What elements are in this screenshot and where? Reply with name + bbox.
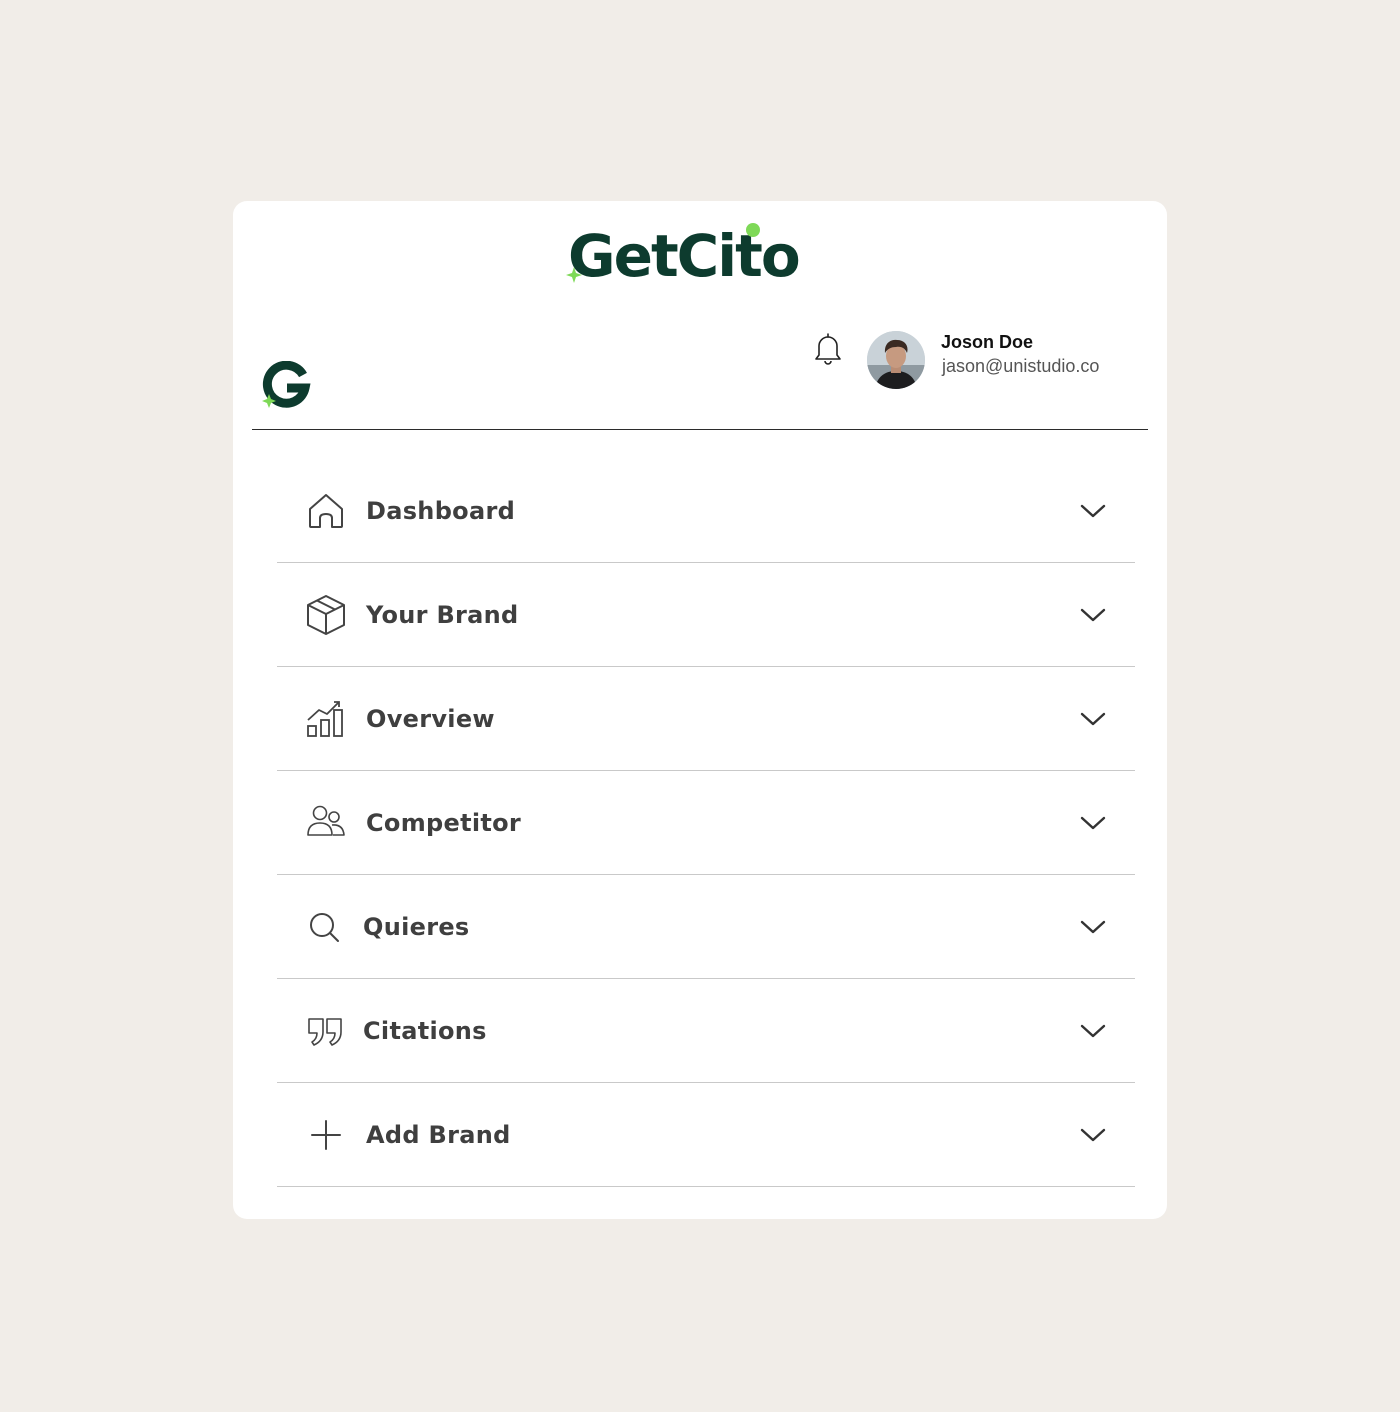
bar-chart-icon — [305, 698, 347, 740]
nav-item-your-brand[interactable]: Your Brand — [277, 563, 1135, 667]
avatar[interactable] — [867, 331, 925, 389]
chevron-down-icon[interactable] — [1079, 710, 1107, 728]
plus-icon — [305, 1114, 347, 1156]
chevron-down-icon[interactable] — [1079, 814, 1107, 832]
chevron-down-icon[interactable] — [1079, 1022, 1107, 1040]
sidebar-nav: Dashboard Your Brand Overview Competitor… — [277, 459, 1135, 1187]
box-icon — [305, 594, 347, 636]
user-email: jason@unistudio.co — [942, 356, 1100, 376]
nav-label: Competitor — [366, 808, 522, 837]
chevron-down-icon[interactable] — [1079, 606, 1107, 624]
mini-logo-icon[interactable] — [261, 361, 311, 411]
nav-label: Dashboard — [366, 496, 516, 525]
search-icon — [305, 906, 347, 948]
nav-label: Citations — [363, 1016, 487, 1045]
home-icon — [305, 490, 347, 532]
nav-item-competitor[interactable]: Competitor — [277, 771, 1135, 875]
nav-item-add-brand[interactable]: Add Brand — [277, 1083, 1135, 1187]
nav-item-quieres[interactable]: Quieres — [277, 875, 1135, 979]
nav-label: Quieres — [363, 912, 470, 941]
sidebar-card: GetCito Joson Doe jason@unistudio.co Das… — [233, 201, 1167, 1219]
chevron-down-icon[interactable] — [1079, 502, 1107, 520]
user-name: Joson Doe — [941, 332, 1034, 352]
nav-item-citations[interactable]: Citations — [277, 979, 1135, 1083]
nav-item-overview[interactable]: Overview — [277, 667, 1135, 771]
nav-item-dashboard[interactable]: Dashboard — [277, 459, 1135, 563]
notification-bell-icon[interactable] — [813, 331, 843, 365]
sparkle-icon — [566, 267, 582, 283]
logo-dot — [746, 223, 760, 237]
header-divider — [252, 429, 1148, 430]
quote-icon — [305, 1010, 347, 1052]
brand-logo[interactable]: GetCito — [566, 222, 838, 290]
nav-label: Your Brand — [366, 600, 519, 629]
chevron-down-icon[interactable] — [1079, 1126, 1107, 1144]
logo-text: GetCito — [568, 222, 801, 290]
nav-label: Add Brand — [366, 1120, 511, 1149]
users-icon — [305, 802, 347, 844]
nav-label: Overview — [366, 704, 495, 733]
chevron-down-icon[interactable] — [1079, 918, 1107, 936]
